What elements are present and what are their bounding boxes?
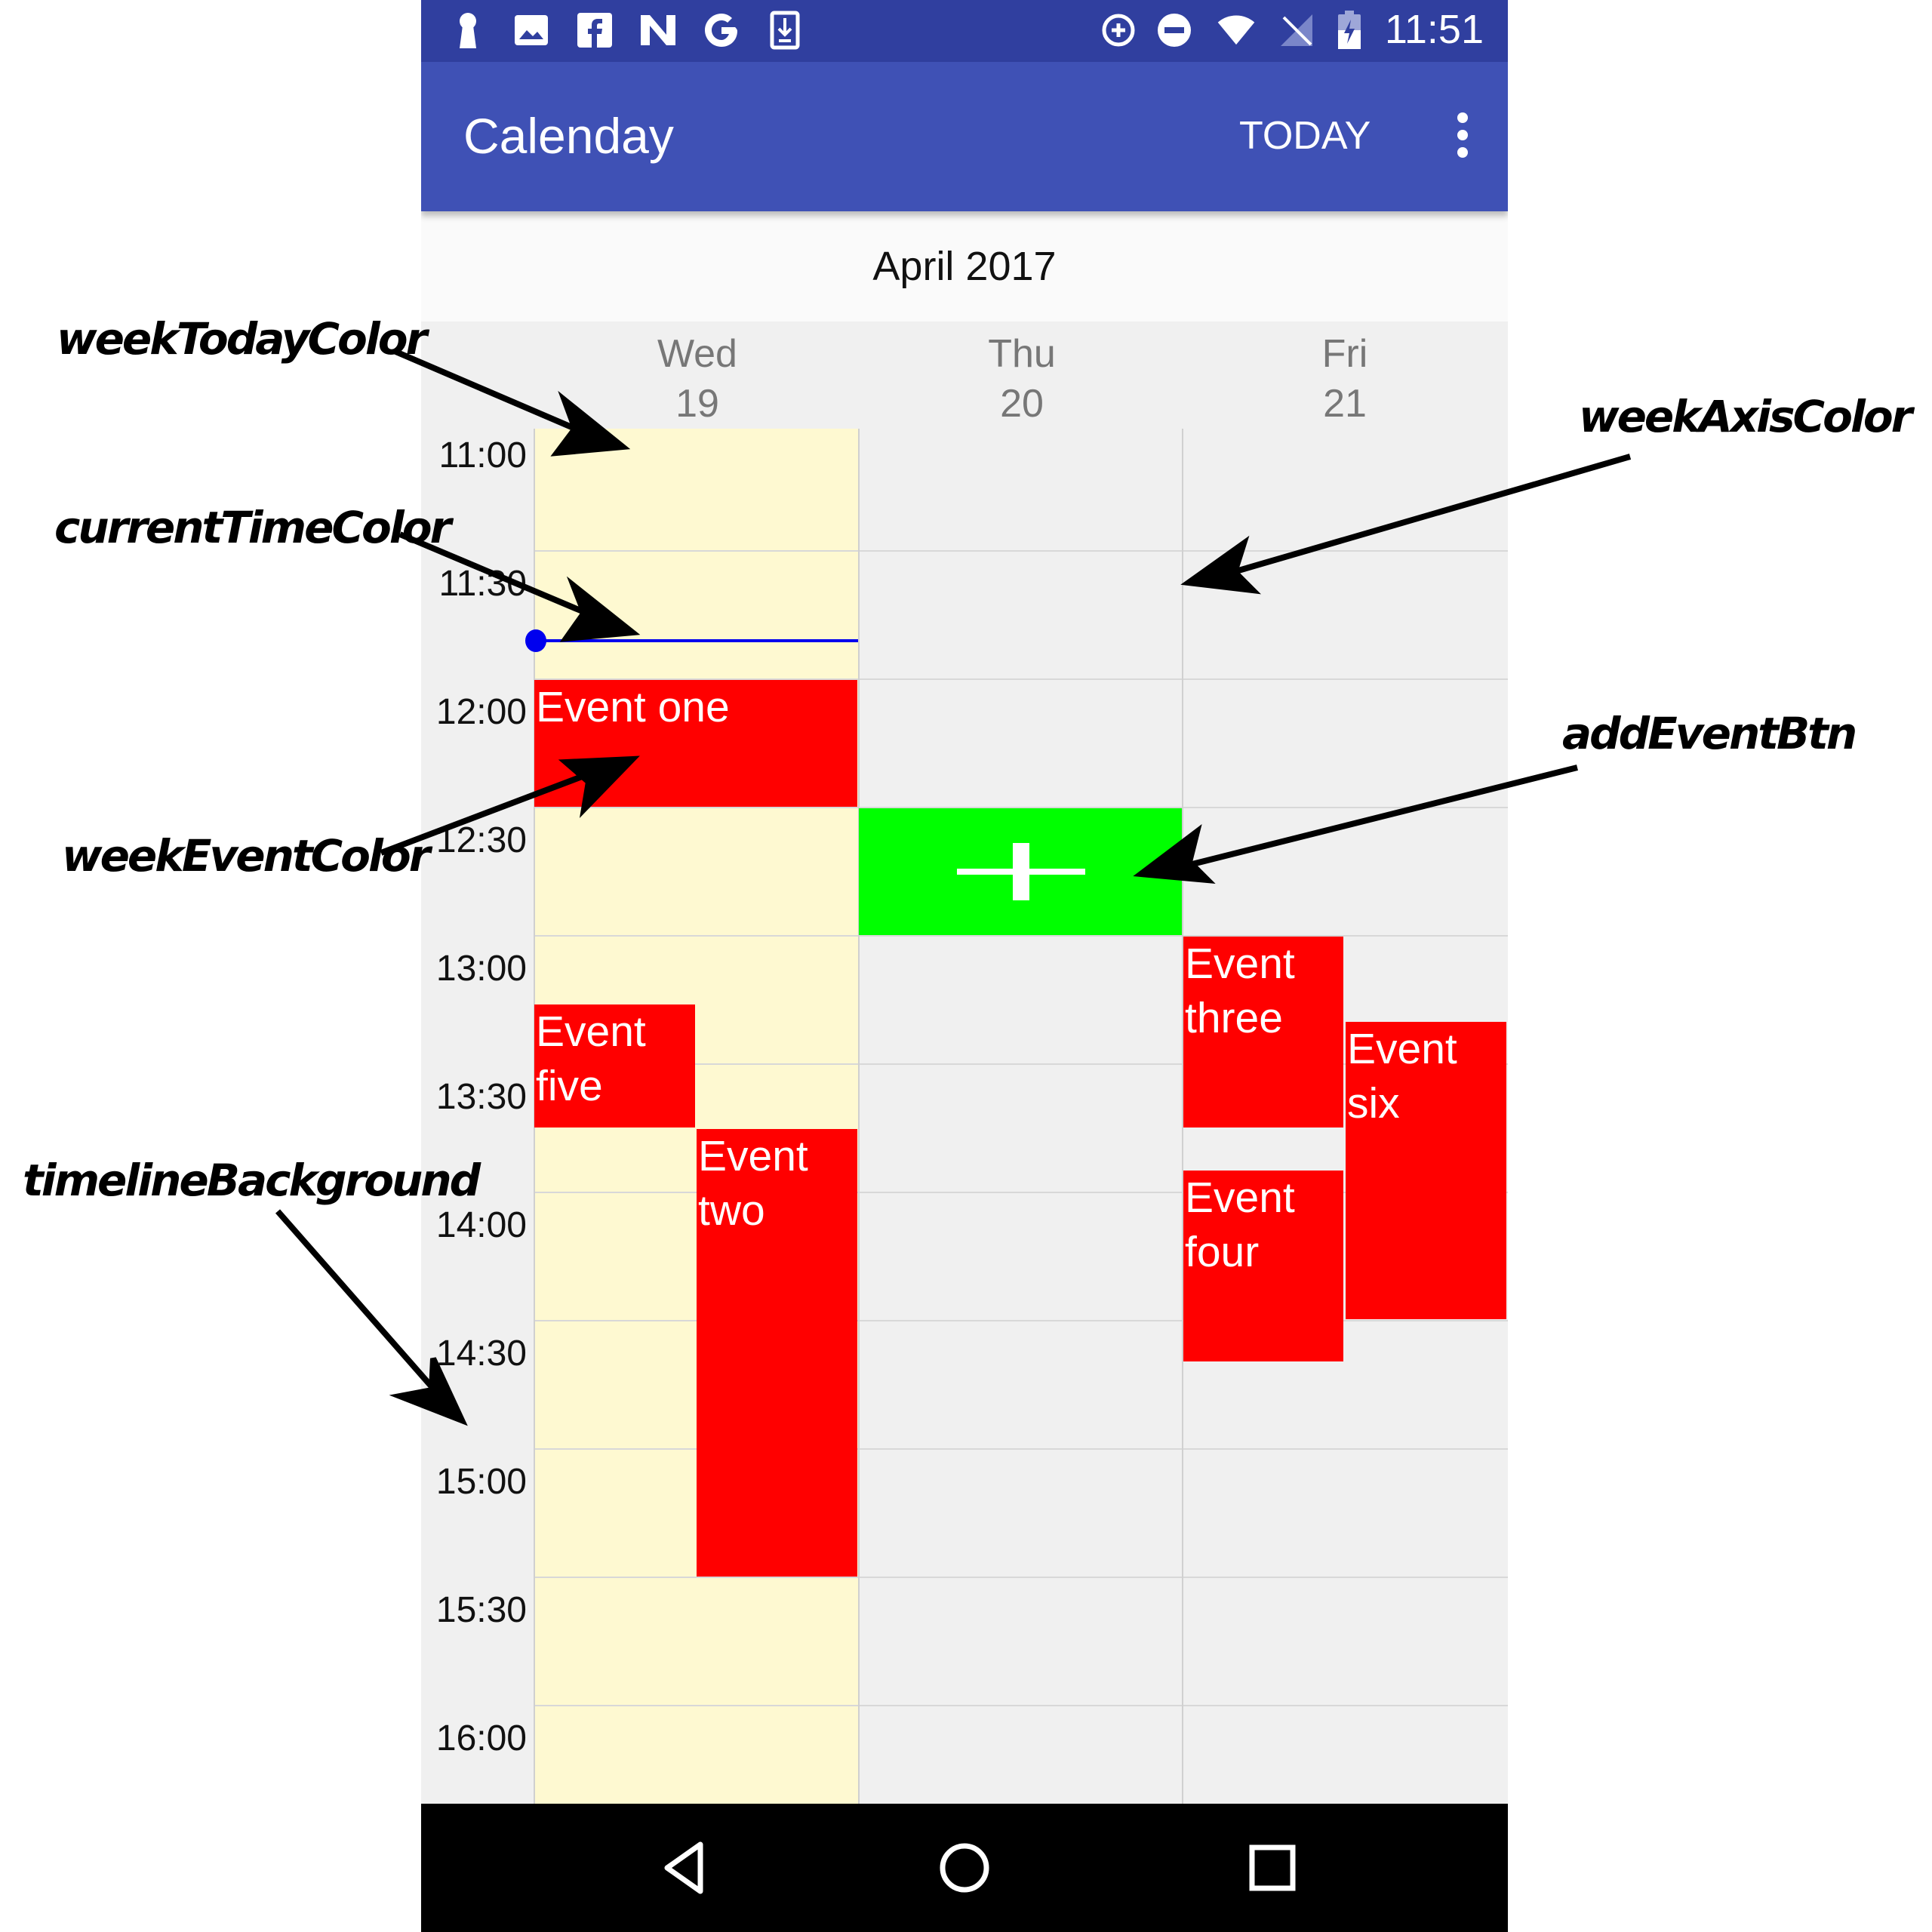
time-label: 13:30 [435,1077,527,1117]
time-label: 16:00 [435,1718,527,1758]
grid-line [534,1705,1508,1706]
annotation-add-event-btn: addEventBtn [1562,708,1857,759]
time-label: 15:00 [435,1462,527,1502]
recents-icon[interactable] [1238,1834,1306,1902]
nav-bar [421,1804,1508,1932]
grid-line [534,1448,1508,1450]
annotation-week-event-color: weekEventColor [62,830,430,881]
no-signal-icon [1277,11,1316,50]
time-label: 14:30 [435,1334,527,1374]
day-date: 21 [1323,382,1367,426]
status-time: 11:51 [1384,7,1484,52]
grid-line [534,550,1508,552]
status-bar: 11:51 [421,0,1508,62]
battery-charging-icon [1330,11,1369,50]
day-name: Fri [1321,332,1368,376]
nova-icon [638,11,678,50]
annotation-week-today-color: weekTodayColor [57,313,427,365]
event-block[interactable]: Event five [534,1004,695,1128]
event-block[interactable]: Event six [1346,1022,1506,1319]
keyhole-icon [448,11,488,50]
image-icon [512,11,551,50]
grid-line [534,1577,1508,1578]
grid-line [534,1320,1508,1321]
day-header-wed[interactable]: Wed 19 [536,329,859,429]
plus-icon [957,843,1085,900]
day-name: Thu [988,332,1056,376]
week-grid[interactable]: 11:00 11:30 12:00 12:30 13:00 13:30 14:0… [421,429,1508,1804]
day-header-row: Wed 19 Thu 20 Fri 21 [421,321,1508,429]
time-label: 11:00 [438,435,527,475]
data-saver-icon [1099,11,1138,50]
app-toolbar: Calenday TODAY [421,62,1508,211]
today-button[interactable]: TODAY [1239,113,1371,158]
time-label: 11:30 [438,564,527,604]
time-label: 12:00 [435,692,527,732]
event-block[interactable]: Event three [1183,937,1343,1128]
time-label: 13:00 [435,949,527,989]
week-axis-line [858,429,860,1804]
wifi-icon [1217,11,1256,50]
event-block[interactable]: Event two [697,1129,857,1577]
annotation-current-time-color: currentTimeColor [54,502,451,553]
do-not-disturb-icon [1155,11,1194,50]
month-label: April 2017 [872,244,1057,289]
day-date: 20 [1000,382,1044,426]
more-vert-icon[interactable] [1440,101,1485,169]
event-block[interactable]: Event one [534,680,857,807]
google-icon [702,11,741,50]
download-icon [765,11,804,50]
month-bar: April 2017 [421,211,1508,321]
time-label: 12:30 [435,820,527,860]
app-title: Calenday [463,108,674,164]
time-label: 15:30 [435,1590,527,1630]
time-label: 14:00 [435,1205,527,1245]
day-date: 19 [675,382,719,426]
current-time-dot [525,629,546,652]
annotation-week-axis-color: weekAxisColor [1579,391,1912,442]
facebook-icon [575,11,614,50]
day-header-thu[interactable]: Thu 20 [860,329,1183,429]
day-name: Wed [657,332,737,376]
add-event-button[interactable] [859,808,1182,935]
event-block[interactable]: Event four [1183,1171,1343,1361]
current-time-line [534,639,858,642]
annotation-timeline-background: timelineBackground [23,1155,481,1206]
phone-screen: 11:51 Calenday TODAY April 2017 Wed 19 T… [421,0,1508,1932]
day-header-fri[interactable]: Fri 21 [1183,329,1506,429]
grid-line [534,935,1508,937]
back-icon[interactable] [654,1834,721,1902]
home-icon[interactable] [931,1834,998,1902]
